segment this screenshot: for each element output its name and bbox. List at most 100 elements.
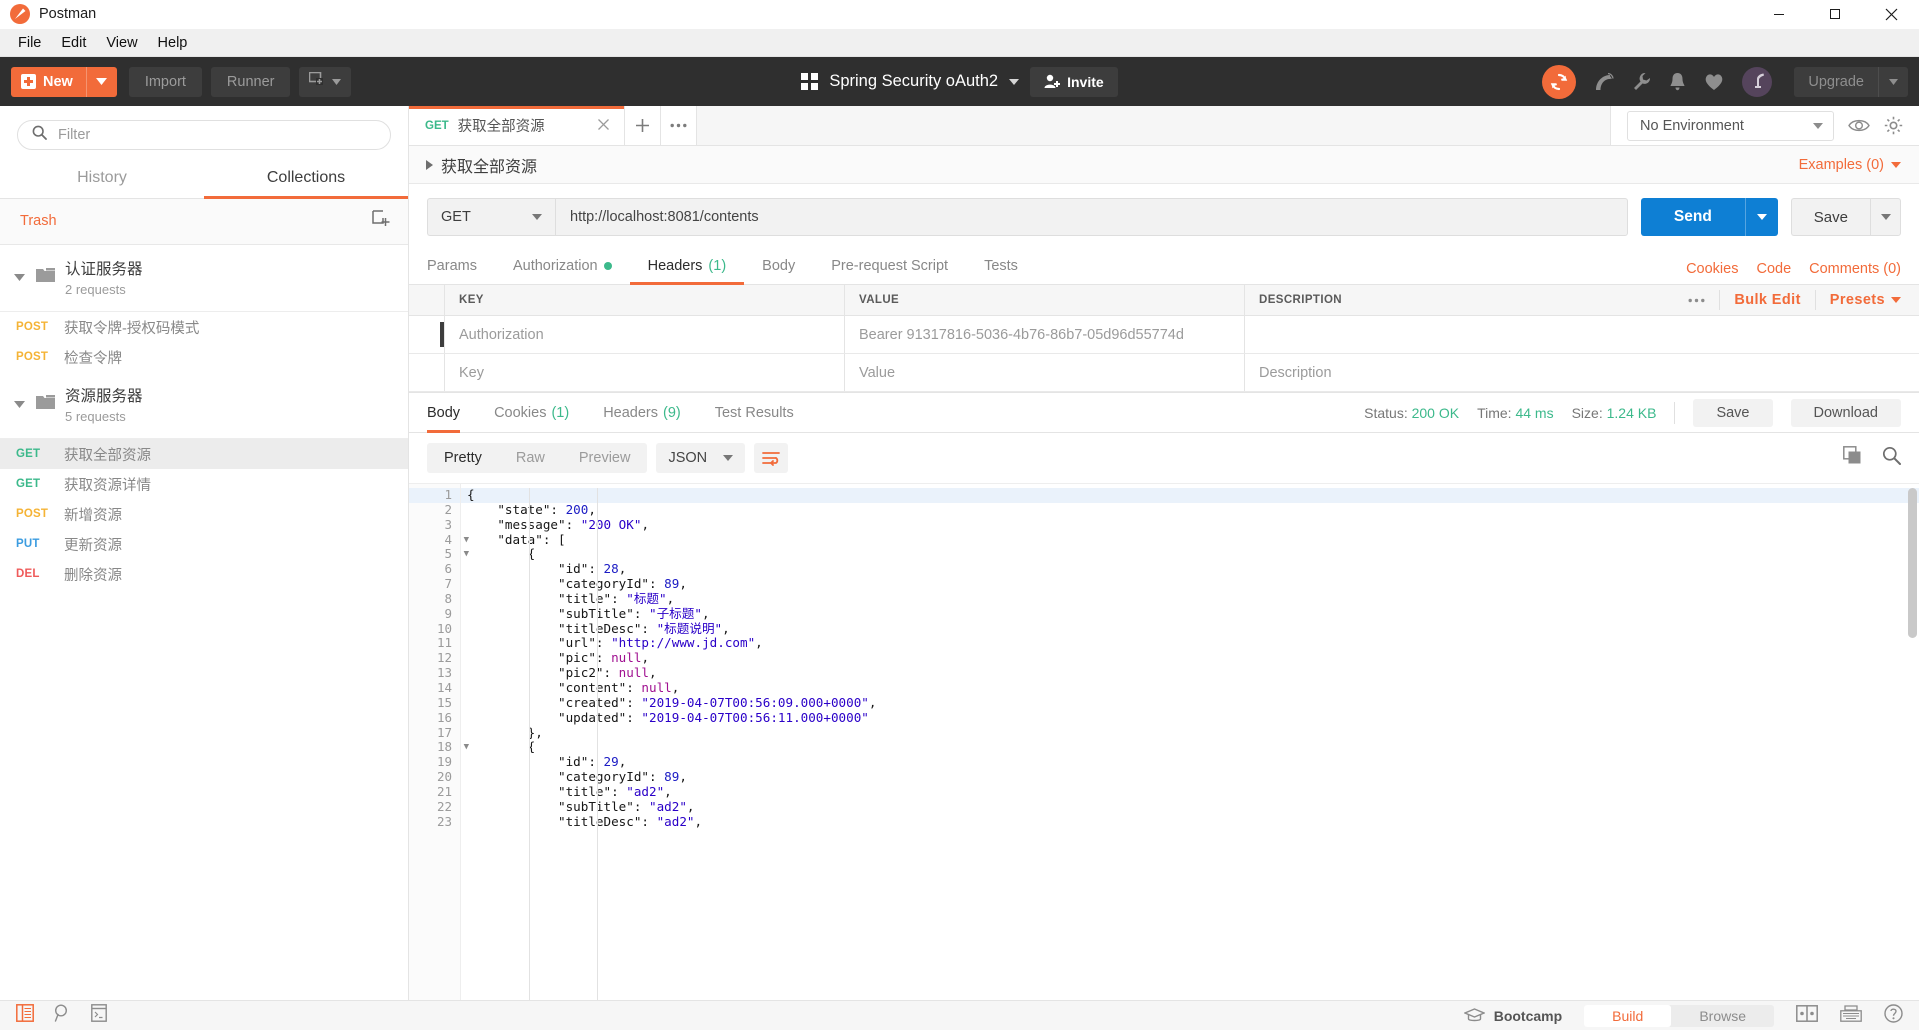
upgrade-dropdown-caret[interactable] xyxy=(1878,66,1908,97)
copy-button[interactable] xyxy=(1843,446,1862,470)
view-mode-pretty[interactable]: Pretty xyxy=(427,443,499,473)
console-button[interactable] xyxy=(91,1004,107,1027)
new-tab-button[interactable] xyxy=(625,106,661,145)
trash-row[interactable]: Trash xyxy=(0,199,408,245)
header-description[interactable] xyxy=(1245,316,1919,353)
download-response-button[interactable]: Download xyxy=(1790,398,1901,427)
avatar[interactable] xyxy=(1742,66,1773,97)
tab-more-options-button[interactable] xyxy=(661,106,697,145)
save-dropdown-caret[interactable] xyxy=(1870,198,1901,236)
url-input[interactable]: http://localhost:8081/contents xyxy=(555,198,1628,236)
code-link[interactable]: Code xyxy=(1756,261,1791,277)
comments-link[interactable]: Comments (0) xyxy=(1809,261,1901,277)
tab-tests[interactable]: Tests xyxy=(966,248,1036,284)
toggle-sidebar-button[interactable] xyxy=(16,1004,34,1027)
two-pane-view-button[interactable] xyxy=(1796,1004,1818,1027)
send-button[interactable]: Send xyxy=(1640,198,1745,236)
save-request-button[interactable]: Save xyxy=(1790,198,1870,236)
bulk-edit-button[interactable]: Bulk Edit xyxy=(1734,292,1800,308)
list-item[interactable]: POST 检查令牌 xyxy=(0,342,408,372)
list-item[interactable]: GET 获取全部资源 xyxy=(0,439,408,469)
list-item[interactable]: POST 新增资源 xyxy=(0,499,408,529)
view-mode-preview[interactable]: Preview xyxy=(562,443,648,473)
row-checkbox[interactable] xyxy=(409,316,445,353)
close-button[interactable] xyxy=(1863,0,1919,29)
tab-pre-request-script[interactable]: Pre-request Script xyxy=(813,248,966,284)
close-icon[interactable] xyxy=(597,117,610,134)
tab-collections[interactable]: Collections xyxy=(204,160,408,199)
list-item[interactable]: DEL 删除资源 xyxy=(0,559,408,589)
environment-select[interactable]: No Environment xyxy=(1627,110,1834,141)
environment-quick-look-button[interactable] xyxy=(1848,118,1870,133)
save-response-button[interactable]: Save xyxy=(1693,398,1773,427)
response-tab-cookies[interactable]: Cookies (1) xyxy=(477,393,586,432)
cookies-link[interactable]: Cookies xyxy=(1686,261,1738,277)
list-item[interactable]: PUT 更新资源 xyxy=(0,529,408,559)
examples-button[interactable]: Examples (0) xyxy=(1799,157,1901,173)
new-button[interactable]: New xyxy=(11,66,117,97)
search-response-button[interactable] xyxy=(1882,446,1901,470)
row-checkbox[interactable] xyxy=(409,354,445,391)
runner-button[interactable]: Runner xyxy=(210,66,291,97)
collection-header-resource-server[interactable]: 资源服务器 5 requests xyxy=(0,372,408,439)
response-tab-body[interactable]: Body xyxy=(427,393,477,433)
wrap-lines-button[interactable] xyxy=(754,443,789,473)
response-scrollbar[interactable] xyxy=(1908,488,1917,638)
filter-box[interactable] xyxy=(17,120,391,150)
header-key-placeholder[interactable]: Key xyxy=(445,354,845,391)
upgrade-button[interactable]: Upgrade xyxy=(1794,66,1908,97)
chevron-down-icon[interactable] xyxy=(12,273,26,281)
collection-header-auth-server[interactable]: 认证服务器 2 requests xyxy=(0,245,408,312)
workspace-switcher[interactable]: Spring Security oAuth2 xyxy=(829,72,1020,91)
table-row[interactable]: Authorization Bearer 91317816-5036-4b76-… xyxy=(409,316,1919,354)
bootcamp-button[interactable]: Bootcamp xyxy=(1463,1008,1562,1024)
new-window-button[interactable] xyxy=(299,66,352,97)
help-button[interactable] xyxy=(1884,1003,1903,1028)
presets-button[interactable]: Presets xyxy=(1830,292,1885,308)
new-dropdown-caret[interactable] xyxy=(85,66,117,97)
minimize-button[interactable] xyxy=(1751,0,1807,29)
response-body-viewer[interactable]: 1▼234▼5▼6789101112131415161718▼192021222… xyxy=(409,483,1919,1000)
response-tab-test-results[interactable]: Test Results xyxy=(698,393,811,432)
manage-environments-button[interactable] xyxy=(1884,116,1903,135)
interceptor-button[interactable] xyxy=(1594,72,1615,92)
response-tab-headers[interactable]: Headers (9) xyxy=(586,393,698,432)
send-dropdown-caret[interactable] xyxy=(1744,198,1778,236)
settings-button[interactable] xyxy=(1632,72,1651,91)
response-format-select[interactable]: JSON xyxy=(656,443,746,473)
open-request-tab[interactable]: GET 获取全部资源 xyxy=(409,106,625,145)
menu-edit[interactable]: Edit xyxy=(51,32,96,54)
search-input[interactable] xyxy=(58,127,376,143)
favorites-button[interactable] xyxy=(1704,73,1724,91)
headers-more-button[interactable] xyxy=(1688,294,1705,306)
list-item[interactable]: GET 获取资源详情 xyxy=(0,469,408,499)
tab-params[interactable]: Params xyxy=(427,248,495,284)
table-row[interactable]: Key Value Description xyxy=(409,354,1919,392)
chevron-down-icon[interactable] xyxy=(12,400,26,408)
header-description-placeholder[interactable]: Description xyxy=(1245,354,1919,391)
maximize-button[interactable] xyxy=(1807,0,1863,29)
tab-authorization[interactable]: Authorization xyxy=(495,248,630,284)
invite-button[interactable]: Invite xyxy=(1030,66,1118,97)
header-key[interactable]: Authorization xyxy=(445,316,845,353)
list-item[interactable]: POST 获取令牌-授权码模式 xyxy=(0,312,408,342)
menu-help[interactable]: Help xyxy=(148,32,198,54)
header-value[interactable]: Bearer 91317816-5036-4b76-86b7-05d96d557… xyxy=(845,316,1245,353)
sync-button[interactable] xyxy=(1542,64,1577,99)
tab-headers[interactable]: Headers (1) xyxy=(629,248,745,285)
method-select[interactable]: GET xyxy=(427,198,555,236)
import-button[interactable]: Import xyxy=(128,66,202,97)
request-title[interactable]: 获取全部资源 xyxy=(425,153,537,177)
notifications-button[interactable] xyxy=(1669,72,1686,91)
menu-file[interactable]: File xyxy=(8,32,51,54)
mode-browse[interactable]: Browse xyxy=(1671,1005,1774,1027)
mode-build[interactable]: Build xyxy=(1584,1004,1672,1027)
new-collection-icon[interactable] xyxy=(372,210,390,232)
keyboard-shortcuts-button[interactable] xyxy=(1840,1004,1862,1027)
tab-body[interactable]: Body xyxy=(744,248,813,284)
header-value-placeholder[interactable]: Value xyxy=(845,354,1245,391)
view-mode-raw[interactable]: Raw xyxy=(499,443,562,473)
tab-history[interactable]: History xyxy=(0,160,204,198)
response-code[interactable]: { "state": 200, "message": "200 OK", "da… xyxy=(461,484,1919,1000)
find-button[interactable] xyxy=(54,1004,71,1027)
